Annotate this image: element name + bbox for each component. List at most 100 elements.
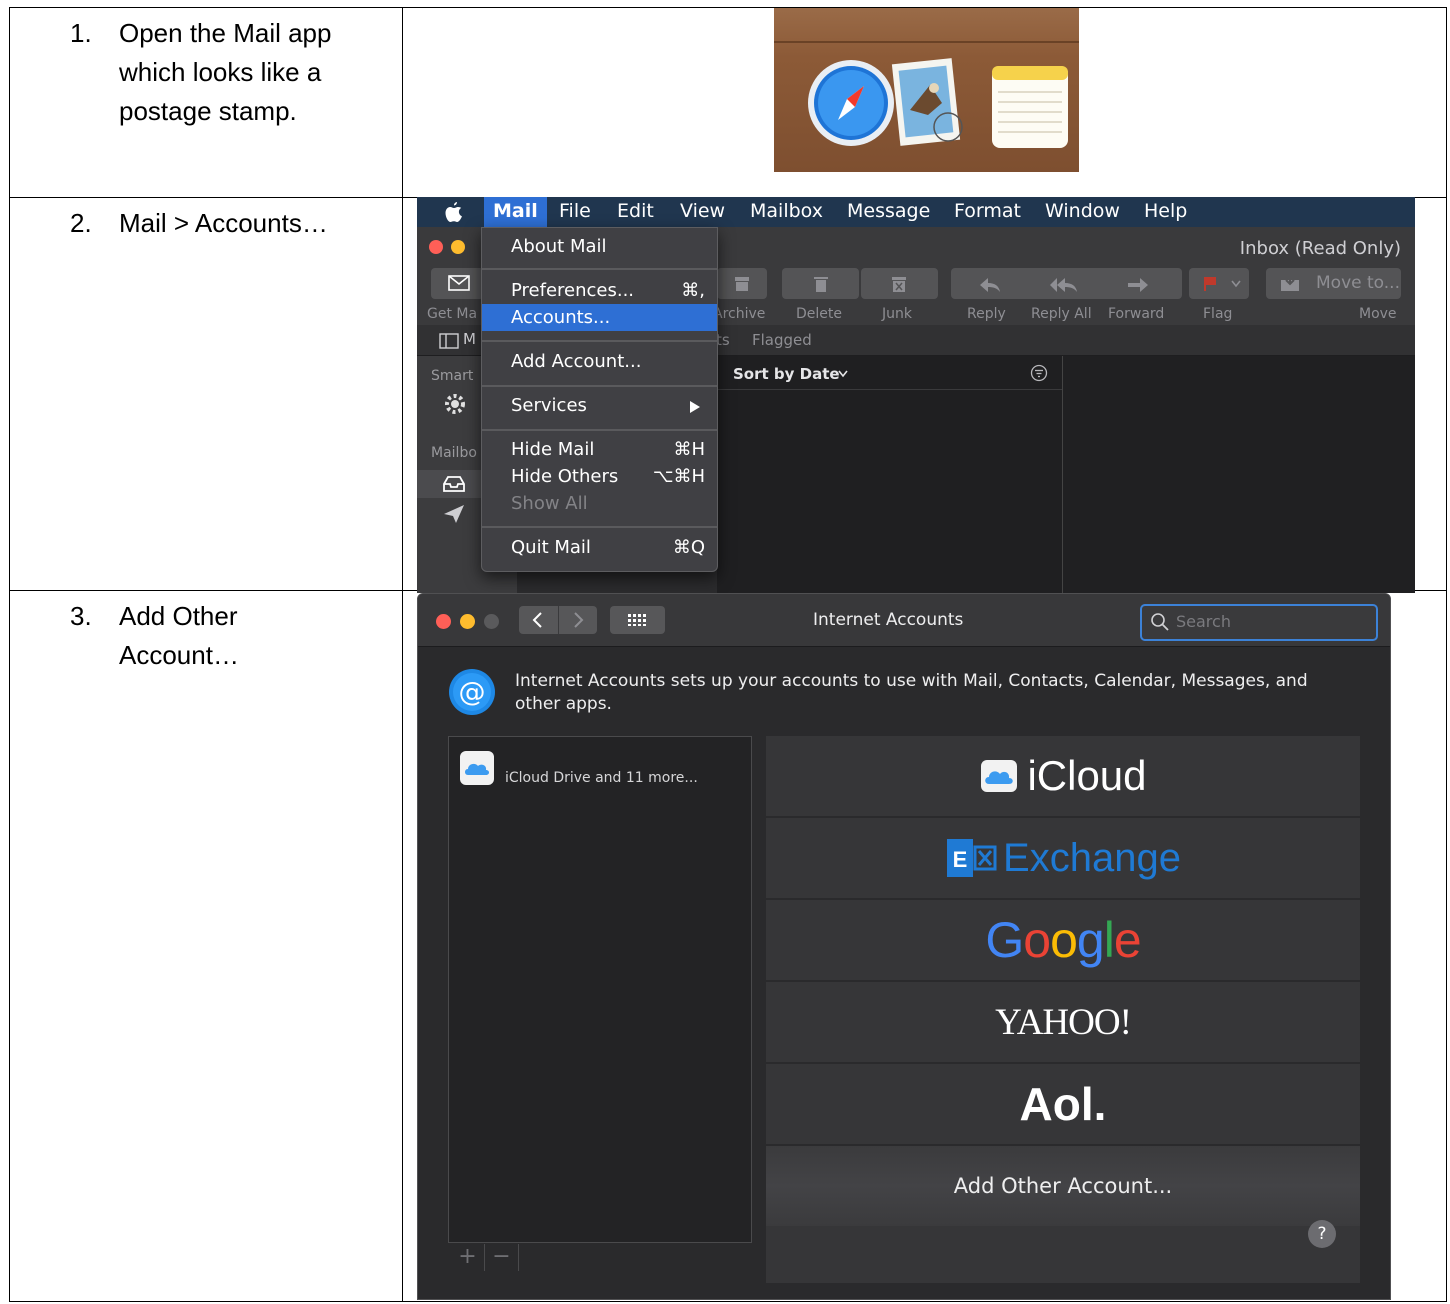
show-all-button[interactable]: [610, 606, 665, 634]
menu-window[interactable]: Window: [1045, 200, 1120, 222]
step-cell-1: 1. Open the Mail app which looks like a …: [9, 7, 403, 198]
search-field[interactable]: Search: [1140, 604, 1378, 641]
provider-list: iCloud E Exchange Google YAHOO! Aol. Add…: [766, 736, 1360, 1283]
google-letter: g: [1076, 912, 1105, 968]
google-letter: o: [1050, 912, 1078, 968]
filter-icon[interactable]: [1030, 364, 1048, 382]
google-logo: Google: [985, 911, 1142, 969]
flagged-button[interactable]: Flagged: [752, 331, 812, 349]
back-chevron-icon[interactable]: [530, 611, 546, 629]
icloud-logo-icon: [981, 760, 1018, 792]
menu-message[interactable]: Message: [847, 200, 930, 222]
move-to-button[interactable]: Move to...: [1266, 268, 1401, 299]
step-text: Open the Mail app which looks like a pos…: [119, 18, 332, 126]
exchange-logo-icon: E: [947, 839, 997, 877]
grid-icon: [628, 614, 646, 626]
move-tray-icon: [1281, 275, 1299, 291]
mail-stamp-icon[interactable]: [890, 55, 965, 153]
menu-item-hide-mail[interactable]: Hide Mail: [511, 439, 594, 460]
nav-divider: [558, 606, 559, 634]
notes-icon[interactable]: [988, 64, 1071, 150]
forward-chevron-icon[interactable]: [570, 611, 586, 629]
flag-icon: [1204, 277, 1216, 291]
reply-label: Reply: [967, 306, 1006, 322]
add-other-account-label: Add Other Account...: [953, 1174, 1173, 1198]
menu-separator: [482, 385, 717, 387]
flag-label: Flag: [1203, 306, 1233, 322]
provider-icloud[interactable]: iCloud: [766, 736, 1360, 818]
apple-icon[interactable]: [445, 201, 463, 223]
menu-help[interactable]: Help: [1144, 200, 1187, 222]
menu-mail[interactable]: Mail: [493, 200, 538, 222]
ia-description: Internet Accounts sets up your accounts …: [515, 671, 1308, 714]
step-cell-2: 2. Mail > Accounts…: [9, 197, 403, 591]
gear-icon[interactable]: [443, 392, 467, 416]
zoom-window-button[interactable]: [484, 614, 499, 629]
menu-item-accounts[interactable]: Accounts...: [511, 307, 610, 328]
hide-shortcut: ⌘H: [673, 439, 705, 460]
mail-menu-screenshot-cell: Mail File Edit View Mailbox Message Form…: [402, 197, 1447, 593]
submenu-arrow-icon: [690, 401, 700, 413]
sidebar-toggle-icon[interactable]: [439, 333, 459, 349]
junk-button[interactable]: [861, 268, 938, 299]
add-other-account-button[interactable]: Add Other Account...: [766, 1146, 1360, 1226]
smart-mailboxes-header: Smart: [431, 368, 474, 384]
delete-button[interactable]: [782, 268, 859, 299]
menu-item-services[interactable]: Services: [511, 395, 587, 416]
window-title: Inbox (Read Only): [1239, 238, 1401, 259]
delete-label: Delete: [796, 306, 842, 322]
menu-item-about-mail[interactable]: About Mail: [511, 236, 607, 257]
aol-label: Aol.: [1019, 1078, 1107, 1130]
quit-shortcut: ⌘Q: [672, 537, 705, 558]
menu-item-hide-others[interactable]: Hide Others: [511, 466, 618, 487]
menu-item-add-account[interactable]: Add Account...: [511, 351, 641, 372]
icloud-account-icon: [460, 751, 494, 785]
menu-item-preferences[interactable]: Preferences...: [511, 280, 634, 301]
step-number: 2.: [70, 208, 92, 238]
internet-accounts-screenshot-cell: Internet Accounts Search @ Internet Acco…: [402, 590, 1447, 1302]
flag-button[interactable]: [1189, 268, 1249, 299]
at-sign-icon: @: [449, 669, 495, 715]
junk-label: Junk: [882, 306, 912, 322]
menu-item-quit-mail[interactable]: Quit Mail: [511, 537, 591, 558]
svg-text:@: @: [459, 677, 486, 708]
menu-edit[interactable]: Edit: [617, 200, 654, 222]
minimize-window-button[interactable]: [460, 614, 475, 629]
forward-icon[interactable]: [1127, 277, 1149, 293]
menu-view[interactable]: View: [680, 200, 725, 222]
sort-by-date-button[interactable]: Sort by Date: [733, 365, 840, 383]
provider-yahoo[interactable]: YAHOO!: [766, 982, 1360, 1064]
forward-label: Forward: [1108, 306, 1165, 322]
step-number: 1.: [70, 18, 92, 48]
provider-google[interactable]: Google: [766, 900, 1360, 982]
mailboxes-button[interactable]: M: [463, 330, 476, 348]
add-account-plus-button[interactable]: +: [451, 1244, 485, 1271]
provider-exchange[interactable]: E Exchange: [766, 818, 1360, 900]
help-button[interactable]: ?: [1308, 1220, 1336, 1248]
menu-file[interactable]: File: [559, 200, 591, 222]
sent-paperplane-icon[interactable]: [443, 504, 465, 524]
menu-mailbox[interactable]: Mailbox: [750, 200, 823, 222]
account-item-label[interactable]: iCloud Drive and 11 more...: [505, 770, 698, 786]
search-icon: [1151, 613, 1169, 631]
menu-separator: [482, 429, 717, 431]
provider-aol[interactable]: Aol.: [766, 1064, 1360, 1146]
minimize-window-button[interactable]: [451, 240, 465, 254]
step-text: Mail > Accounts…: [119, 208, 328, 238]
menu-format[interactable]: Format: [954, 200, 1021, 222]
preferences-shortcut: ⌘,: [681, 280, 705, 301]
close-window-button[interactable]: [436, 614, 451, 629]
reply-all-icon[interactable]: [1049, 277, 1079, 293]
reply-icon[interactable]: [979, 277, 1001, 293]
menu-bar: Mail File Edit View Mailbox Message Form…: [417, 197, 1415, 227]
yahoo-label: YAHOO!: [995, 1001, 1132, 1043]
close-window-button[interactable]: [429, 240, 443, 254]
inbox-tray-icon: [443, 476, 465, 492]
archive-button[interactable]: [717, 268, 767, 299]
message-list: Sort by Date: [717, 356, 1063, 593]
remove-account-minus-button[interactable]: −: [485, 1244, 519, 1271]
mailboxes-header: Mailbo: [431, 445, 477, 461]
google-letter: e: [1113, 912, 1142, 968]
safari-icon[interactable]: [806, 58, 896, 148]
get-mail-button[interactable]: [431, 268, 484, 299]
